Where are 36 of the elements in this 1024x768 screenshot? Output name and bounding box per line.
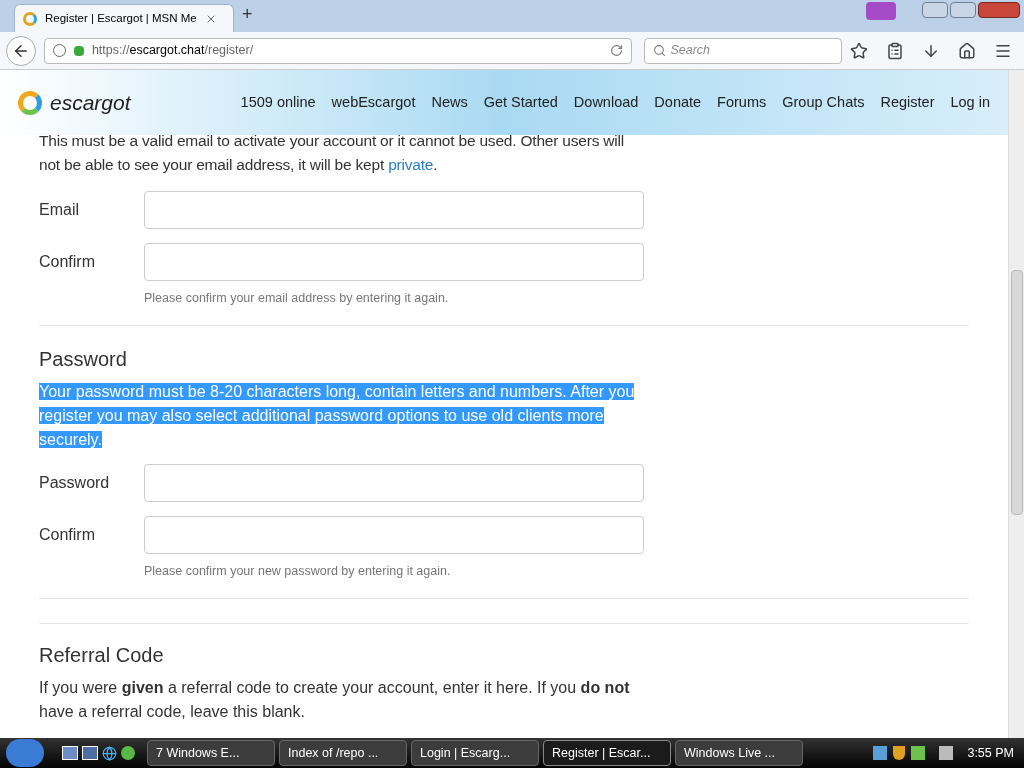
private-link[interactable]: private [388,156,434,173]
nav-link[interactable]: webEscargot [331,91,416,114]
field-label: Password [39,472,111,493]
clock[interactable]: 3:55 PM [967,743,1014,763]
nav-link[interactable]: Group Chats [782,91,865,114]
nav-link[interactable]: News [431,91,468,114]
nav-link[interactable]: Get Started [483,91,558,114]
nav-link[interactable]: Log in [950,91,990,114]
taskbar-button[interactable]: Index of /repo ... [279,740,407,766]
help-text: Please confirm your new password by entering it again. [144,562,452,580]
nav-link[interactable]: Register [880,91,935,114]
new-tab-button[interactable]: + [242,1,253,28]
taskbar-button[interactable]: Login | Escarg... [411,740,539,766]
nav-link[interactable]: Donate [654,91,702,114]
field-label: Confirm [39,252,96,272]
tab-title: Register | Escargot | MSN Me [45,10,197,26]
search-field[interactable]: Search [644,37,842,64]
taskbar-button[interactable]: Windows Live ... [675,740,803,766]
email-intro: This must be a valid email to activate your account or it cannot be used. Other users will not be able to see your email address, it will be kept private. [39,131,626,175]
section-heading: Password [39,346,128,372]
address-bar[interactable]: https://escargot.chat/register/ [43,37,633,64]
nav-link[interactable]: 1509 online [240,91,316,114]
nav-link[interactable]: Download [573,91,639,114]
section-heading: Referral Code [39,642,165,668]
help-text: Please confirm your email address by entering it again. [144,290,450,307]
field-label: Email [39,200,80,220]
browser-tab[interactable]: Register | Escargot | MSN Me [14,4,234,32]
referral-intro: If you were given a referral code to create your account, enter it here. If you do not have a referral code, leave this blank. [39,677,631,722]
url-text: https://escargot.chat/register/ [91,42,254,60]
nav-link[interactable]: Forums [717,91,767,114]
search-placeholder: Search [670,42,711,60]
field-label: Confirm [39,524,96,545]
taskbar-button[interactable]: 7 Windows E... [147,740,275,766]
site-logo[interactable]: escargot [50,86,131,119]
password-intro: Your password must be 8-20 characters long, contain letters and numbers. After you register you may also select additional password options to use old clients more securely. [39,381,636,450]
taskbar-button[interactable]: Register | Escar... [543,740,671,766]
